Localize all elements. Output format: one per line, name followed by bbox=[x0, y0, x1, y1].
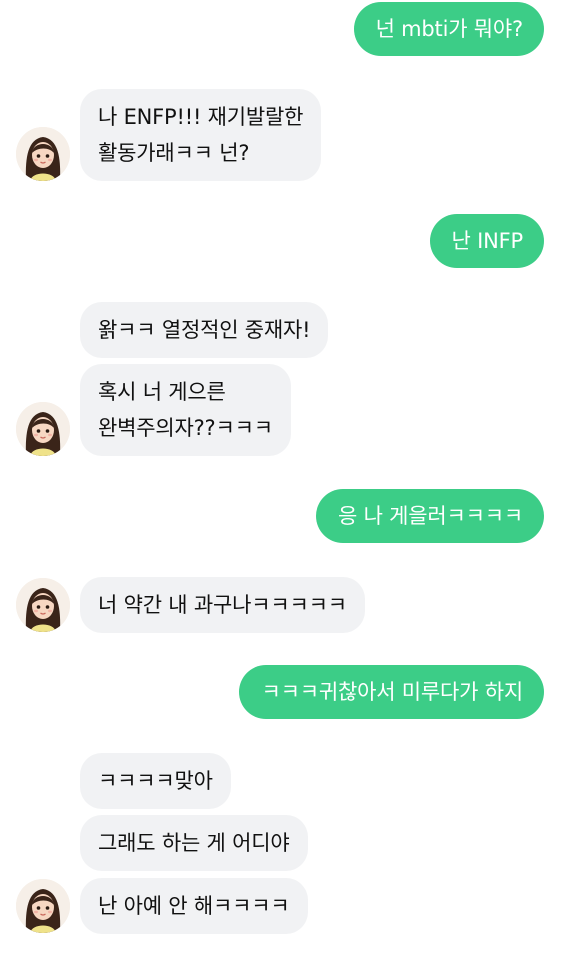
chat-thread: 넌 mbti가 뭐야? 나 ENFP!!! 재기발랄한 활동가래ㅋㅋ 넌? 난 … bbox=[0, 0, 580, 953]
incoming-message-bubble[interactable]: 너 약간 내 과구나ㅋㅋㅋㅋㅋ bbox=[80, 577, 365, 633]
incoming-message-bubble[interactable]: 혹시 너 게으른 완벽주의자??ㅋㅋㅋ bbox=[80, 364, 291, 456]
girl-avatar-icon[interactable] bbox=[16, 127, 70, 181]
outgoing-message-bubble[interactable]: 난 INFP bbox=[429, 214, 544, 268]
incoming-message-bubble[interactable]: 그래도 하는 게 어디야 bbox=[80, 815, 308, 871]
outgoing-message-bubble[interactable]: 넌 mbti가 뭐야? bbox=[353, 2, 544, 56]
girl-avatar-icon[interactable] bbox=[16, 402, 70, 456]
incoming-message-bubble[interactable]: 난 아예 안 해ㅋㅋㅋㅋ bbox=[80, 878, 308, 934]
incoming-message-bubble[interactable]: ㅋㅋㅋㅋ맞아 bbox=[80, 753, 231, 809]
girl-avatar-icon[interactable] bbox=[16, 578, 70, 632]
incoming-message-bubble[interactable]: 나 ENFP!!! 재기발랄한 활동가래ㅋㅋ 넌? bbox=[80, 89, 322, 181]
incoming-message-bubble[interactable]: 왉ㅋㅋ 열정적인 중재자! bbox=[80, 302, 329, 358]
girl-avatar-icon[interactable] bbox=[16, 879, 70, 933]
outgoing-message-bubble[interactable]: ㅋㅋㅋ귀찮아서 미루다가 하지 bbox=[239, 665, 544, 719]
outgoing-message-bubble[interactable]: 응 나 게을러ㅋㅋㅋㅋ bbox=[315, 489, 544, 543]
